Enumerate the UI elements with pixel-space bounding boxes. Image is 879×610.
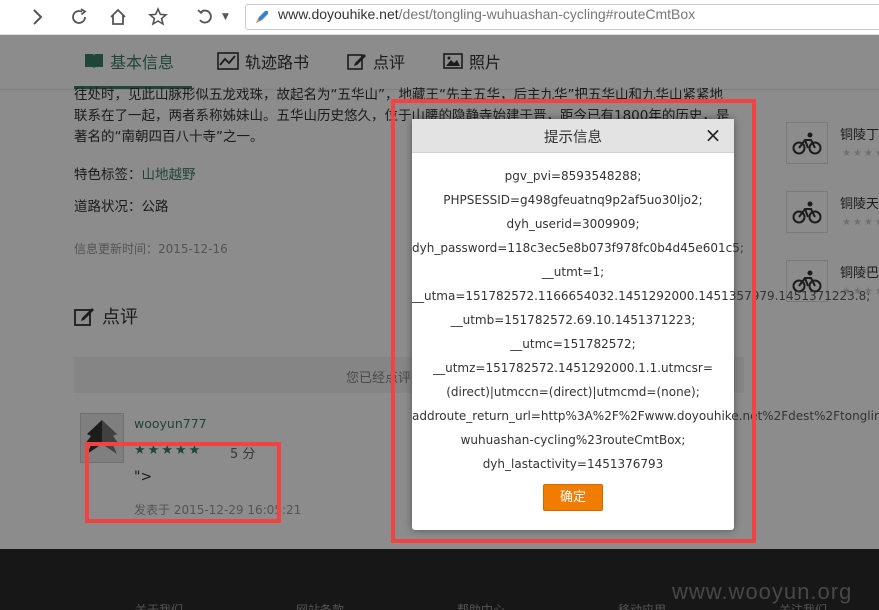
browser-toolbar: ▼ www.doyouhike.net/dest/tongling-wuhuas… xyxy=(0,0,879,35)
star-bookmark-icon[interactable] xyxy=(145,4,171,30)
chevron-down-icon[interactable]: ▼ xyxy=(222,12,229,22)
forward-icon[interactable] xyxy=(24,4,50,30)
reload-icon[interactable] xyxy=(66,4,92,30)
home-icon[interactable] xyxy=(105,4,131,30)
site-rocket-icon xyxy=(253,8,271,26)
highlight-box-dialog xyxy=(391,99,756,543)
url-text: www.doyouhike.net/dest/tongling-wuhuasha… xyxy=(278,6,695,22)
highlight-box-comment xyxy=(85,442,281,523)
url-path: /dest/tongling-wuhuashan-cycling#routeCm… xyxy=(398,6,696,22)
undo-icon[interactable] xyxy=(192,4,218,30)
address-bar[interactable]: www.doyouhike.net/dest/tongling-wuhuasha… xyxy=(245,4,879,30)
url-domain: www.doyouhike.net xyxy=(278,6,399,22)
